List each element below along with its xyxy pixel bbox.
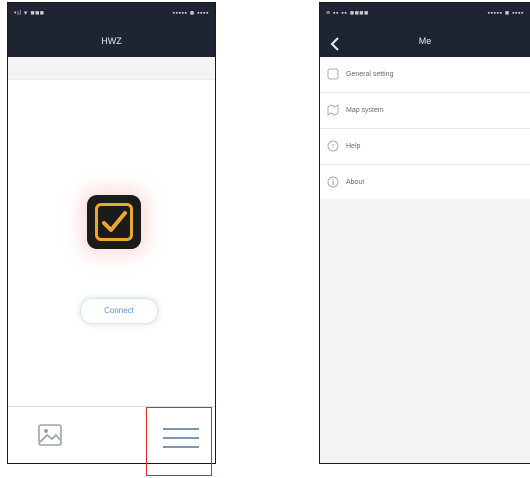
map-system-icon	[327, 104, 339, 116]
me-screen: ≡ ▪▪ ▪▪ ■■■■ ▪▪▪▪▪ ■ ▪▪▪▪ Me General set…	[319, 2, 530, 464]
content-background	[320, 199, 530, 463]
status-right: ▪▪▪▪▪ ■ ▪▪▪▪	[172, 10, 209, 17]
page-title: HWZ	[101, 36, 122, 46]
menu-item-about[interactable]: About	[320, 165, 530, 201]
about-icon	[327, 176, 339, 188]
checkbox-inner	[95, 203, 133, 241]
menu-item-label: About	[346, 179, 365, 186]
home-screen: •ıl ▾ ■■■ ▪▪▪▪▪ ■ ▪▪▪▪ HWZ Connect	[7, 2, 216, 464]
status-left: •ıl ▾ ■■■	[14, 10, 45, 17]
menu-item-label: Map system	[346, 107, 384, 114]
status-right: ▪▪▪▪▪ ■ ▪▪▪▪	[487, 10, 524, 17]
connection-status-icon	[87, 195, 141, 249]
status-left: ≡ ▪▪ ▪▪ ■■■■	[326, 10, 369, 17]
checkmark-icon	[102, 211, 127, 232]
menu-item-map-system[interactable]: Map system	[320, 93, 530, 129]
menu-item-label: General setting	[346, 71, 394, 78]
sub-header	[8, 57, 215, 80]
status-bar: ≡ ▪▪ ▪▪ ■■■■ ▪▪▪▪▪ ■ ▪▪▪▪	[320, 3, 530, 25]
checkbox-frame	[87, 195, 141, 249]
svg-text:?: ?	[331, 143, 335, 151]
nav-bar: HWZ	[8, 25, 215, 57]
settings-menu: General setting Map system ? Help About	[320, 57, 530, 201]
connect-button[interactable]: Connect	[80, 298, 158, 324]
menu-highlight-annotation	[146, 407, 212, 476]
help-icon: ?	[327, 140, 339, 152]
status-bar: •ıl ▾ ■■■ ▪▪▪▪▪ ■ ▪▪▪▪	[8, 3, 215, 25]
settings-icon	[327, 68, 339, 80]
page-title: Me	[418, 36, 432, 46]
menu-item-help[interactable]: ? Help	[320, 129, 530, 165]
nav-bar: Me	[320, 25, 530, 57]
menu-item-general-setting[interactable]: General setting	[320, 57, 530, 93]
gallery-icon[interactable]	[38, 424, 62, 446]
back-chevron-icon[interactable]	[328, 33, 344, 51]
menu-item-label: Help	[346, 143, 361, 150]
